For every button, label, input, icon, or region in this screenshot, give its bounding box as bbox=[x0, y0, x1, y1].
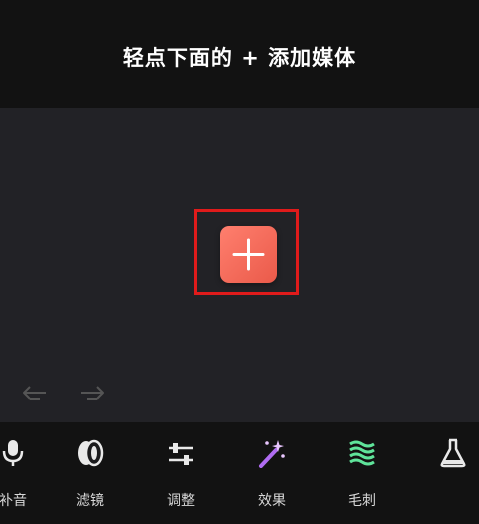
tool-glitch[interactable]: 毛刺 bbox=[327, 438, 397, 509]
tool-adjust[interactable]: 调整 bbox=[146, 438, 216, 509]
tool-label: 滤镜 bbox=[76, 493, 104, 509]
header-bar: 轻点下面的 + 添加媒体 bbox=[0, 0, 479, 108]
tool-label: 补音 bbox=[0, 493, 27, 509]
undo-icon bbox=[23, 386, 46, 400]
header-title: 轻点下面的 + 添加媒体 bbox=[122, 46, 357, 70]
add-media-button[interactable] bbox=[220, 226, 277, 283]
tool-label: 调整 bbox=[167, 493, 195, 509]
microphone-icon bbox=[2, 440, 24, 466]
undo-button[interactable] bbox=[20, 384, 50, 406]
glitch-icon bbox=[349, 440, 375, 466]
tool-dubbing[interactable]: 补音 bbox=[0, 438, 48, 509]
tool-lab[interactable] bbox=[418, 438, 479, 508]
magic-wand-icon bbox=[259, 440, 285, 468]
sliders-icon bbox=[169, 443, 193, 465]
flask-icon bbox=[440, 438, 466, 468]
plus-icon bbox=[232, 238, 265, 271]
redo-button[interactable] bbox=[77, 384, 107, 406]
tool-effects[interactable]: 效果 bbox=[237, 438, 307, 509]
tool-filter[interactable]: 滤镜 bbox=[55, 438, 125, 509]
tool-label: 毛刺 bbox=[348, 493, 376, 509]
redo-icon bbox=[81, 386, 104, 400]
tool-label: 效果 bbox=[258, 493, 286, 509]
filter-icon bbox=[78, 439, 104, 467]
